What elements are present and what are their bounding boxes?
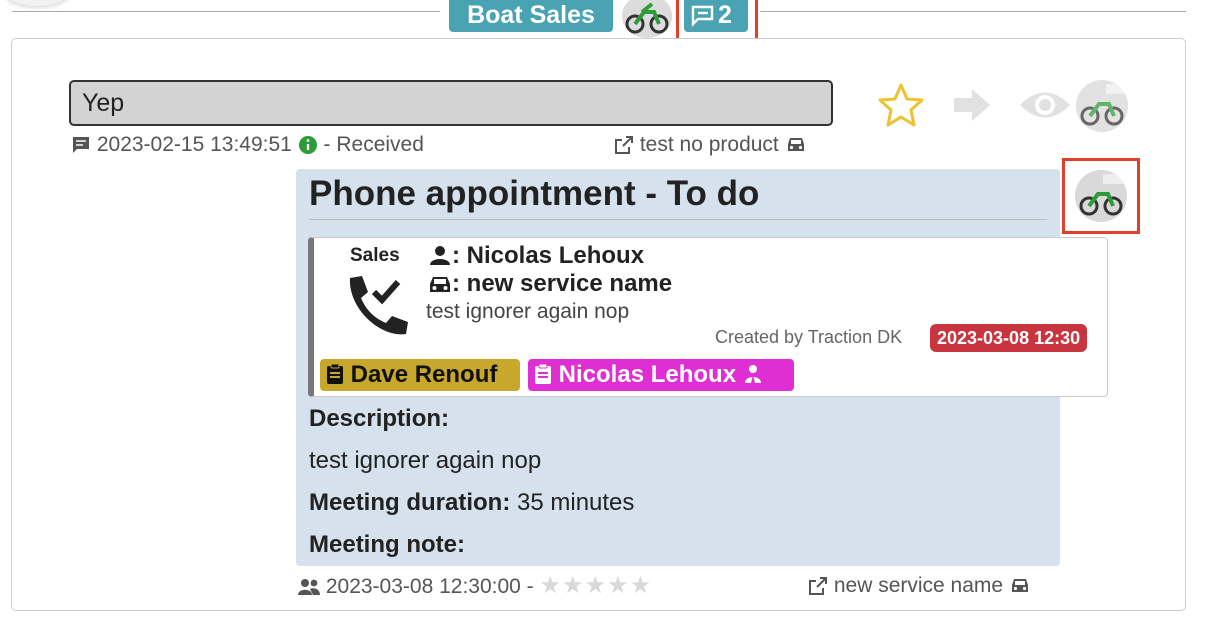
forward-arrow-icon[interactable]	[951, 85, 993, 125]
motorbike-image	[1076, 80, 1128, 132]
assignee-name: Nicolas Lehoux	[558, 361, 737, 388]
task-title: Phone appointment - To do	[309, 174, 760, 213]
car-icon	[430, 277, 450, 292]
comment-icon	[73, 137, 89, 154]
service-link[interactable]: new service name	[808, 574, 1031, 598]
meeting-note-label: Meeting note:	[309, 531, 465, 558]
task-date-badge: 2023-03-08 12:30	[930, 324, 1088, 352]
department-badge: Boat Sales	[449, 0, 613, 32]
message-meta: 2023-02-15 13:49:51 - Received	[71, 133, 424, 157]
service-link-label: new service name	[833, 574, 1004, 597]
car-icon	[787, 138, 804, 152]
task-footer-meta: 2023-03-08 12:30:00 - ★★★★★	[298, 574, 652, 599]
star-icon[interactable]: ★	[585, 572, 608, 599]
star-icon[interactable]: ★	[562, 572, 585, 599]
avatar-partial	[0, 0, 74, 6]
assignee-name: Dave Renouf	[350, 361, 498, 388]
description-text: test ignorer again nop	[309, 447, 542, 474]
header-divider-left	[12, 11, 440, 12]
task-contact-name: : Nicolas Lehoux	[452, 242, 645, 269]
product-link-label: test no product	[639, 133, 779, 156]
header-avatar[interactable]	[622, 0, 672, 38]
car-icon	[1011, 579, 1028, 593]
clipboard-icon	[327, 363, 343, 384]
task-footer-datetime: 2023-03-08 12:30:00 -	[325, 575, 534, 598]
eye-icon[interactable]	[1017, 86, 1073, 124]
users-icon	[298, 579, 320, 596]
user-tie-icon	[744, 364, 761, 383]
highlight-box-avatar	[1062, 158, 1140, 234]
task-service-name: : new service name	[452, 270, 673, 297]
meeting-duration-label: Meeting duration:	[309, 489, 511, 516]
meeting-duration-value: 35 minutes	[517, 489, 635, 516]
star-icon[interactable]: ★	[607, 572, 630, 599]
user-icon	[430, 246, 450, 265]
info-circle-icon	[298, 136, 317, 155]
task-created-by: Created by Traction DK	[715, 327, 903, 347]
header-divider-right	[760, 11, 1186, 12]
message-text-box[interactable]: Yep	[69, 80, 833, 126]
motorbike-image	[622, 0, 672, 38]
sender-avatar[interactable]	[1076, 80, 1128, 132]
assignee-tag-nicolas[interactable]: Nicolas Lehoux	[528, 359, 794, 391]
star-icon[interactable]: ★	[540, 572, 563, 599]
title-divider	[309, 219, 1047, 220]
external-link-icon	[615, 136, 633, 155]
phone-check-icon	[349, 276, 408, 335]
message-datetime: 2023-02-15 13:49:51	[96, 133, 292, 156]
product-link[interactable]: test no product	[614, 133, 807, 157]
message-status: - Received	[323, 133, 424, 156]
assignee-tag-dave[interactable]: Dave Renouf	[320, 359, 520, 391]
external-link-icon	[809, 577, 827, 596]
task-category: Sales	[350, 245, 400, 266]
meeting-duration: Meeting duration: 35 minutes	[309, 489, 634, 517]
star-icon[interactable]	[877, 82, 925, 128]
task-note: test ignorer again nop	[426, 300, 630, 323]
star-icon[interactable]: ★	[630, 572, 653, 599]
rating-stars[interactable]: ★★★★★	[540, 572, 653, 599]
description-label: Description:	[309, 405, 450, 432]
clipboard-icon	[535, 363, 551, 384]
